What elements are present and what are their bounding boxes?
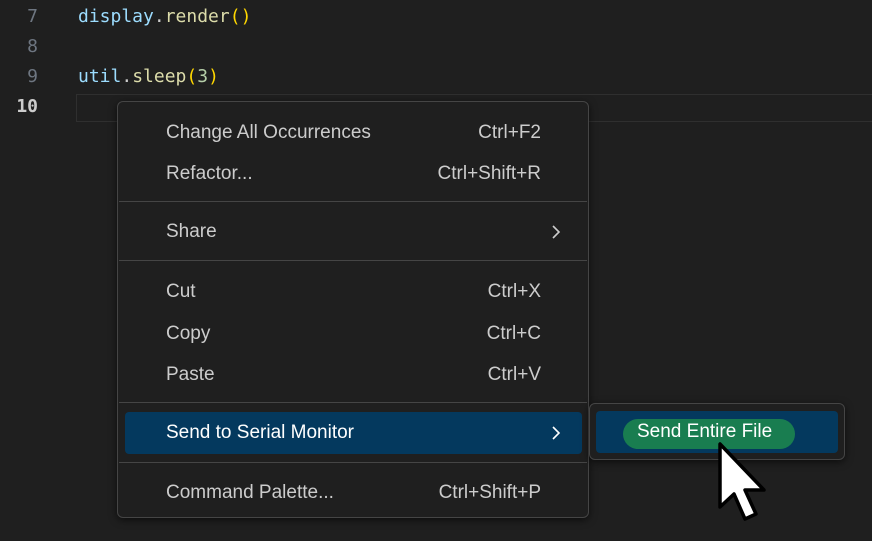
line-code: display.render() xyxy=(78,2,251,32)
code-token: () xyxy=(229,6,252,27)
mouse-pointer-icon xyxy=(716,441,772,527)
menu-item-share[interactable]: Share xyxy=(125,211,582,253)
menu-item-label: Send to Serial Monitor xyxy=(166,422,354,443)
menu-item-label: Share xyxy=(166,221,217,242)
code-token: ) xyxy=(208,66,219,87)
menu-separator xyxy=(119,462,587,463)
code-token: sleep xyxy=(132,66,187,87)
menu-separator xyxy=(119,260,587,261)
line-code: util.sleep(3) xyxy=(78,62,219,92)
menu-item-label: Paste xyxy=(166,364,215,385)
line-number: 8 xyxy=(27,36,38,57)
menu-item-label: Change All Occurrences xyxy=(166,122,371,143)
menu-item-label: Send Entire File xyxy=(637,421,773,442)
code-editor[interactable]: 7 display.render() 8 9 util.sleep(3) 10 … xyxy=(0,0,872,541)
submenu-item-send-entire-file[interactable]: Send Entire File xyxy=(596,411,838,453)
code-line-9[interactable]: 9 util.sleep(3) xyxy=(0,62,872,92)
code-line-7[interactable]: 7 display.render() xyxy=(0,2,872,32)
chevron-right-icon xyxy=(548,412,564,454)
menu-item-label: Cut xyxy=(166,281,196,302)
menu-item-label: Copy xyxy=(166,323,211,344)
menu-item-send-to-serial-monitor[interactable]: Send to Serial Monitor xyxy=(125,412,582,454)
context-menu: Change All Occurrences Ctrl+F2 Refactor.… xyxy=(117,101,589,518)
menu-item-cut[interactable]: Cut Ctrl+X xyxy=(125,271,582,313)
code-token: . xyxy=(153,6,165,27)
code-token: 3 xyxy=(197,66,209,87)
line-number: 9 xyxy=(27,66,38,87)
code-token: display xyxy=(78,6,154,27)
code-token: render xyxy=(164,6,230,27)
submenu-send-to-serial-monitor: Send Entire File xyxy=(589,403,845,460)
code-token: ( xyxy=(186,66,198,87)
menu-item-shortcut: Ctrl+C xyxy=(486,323,541,344)
chevron-right-icon xyxy=(548,211,564,253)
menu-item-paste[interactable]: Paste Ctrl+V xyxy=(125,354,582,396)
menu-item-copy[interactable]: Copy Ctrl+C xyxy=(125,313,582,355)
menu-item-shortcut: Ctrl+V xyxy=(487,364,541,385)
menu-item-label: Command Palette... xyxy=(166,482,334,503)
menu-separator xyxy=(119,402,587,403)
menu-item-shortcut: Ctrl+F2 xyxy=(478,122,541,143)
menu-item-shortcut: Ctrl+Shift+P xyxy=(438,482,541,503)
code-line-8[interactable]: 8 xyxy=(0,32,872,62)
code-token: util xyxy=(78,66,122,87)
menu-item-shortcut: Ctrl+X xyxy=(487,281,541,302)
line-number: 7 xyxy=(27,6,38,27)
menu-item-refactor[interactable]: Refactor... Ctrl+Shift+R xyxy=(125,153,582,195)
menu-item-command-palette[interactable]: Command Palette... Ctrl+Shift+P xyxy=(125,472,582,514)
menu-separator xyxy=(119,201,587,202)
line-number: 10 xyxy=(16,96,38,117)
menu-item-shortcut: Ctrl+Shift+R xyxy=(437,163,541,184)
code-token: . xyxy=(121,66,133,87)
menu-item-label: Refactor... xyxy=(166,163,253,184)
menu-item-change-all-occurrences[interactable]: Change All Occurrences Ctrl+F2 xyxy=(125,112,582,154)
